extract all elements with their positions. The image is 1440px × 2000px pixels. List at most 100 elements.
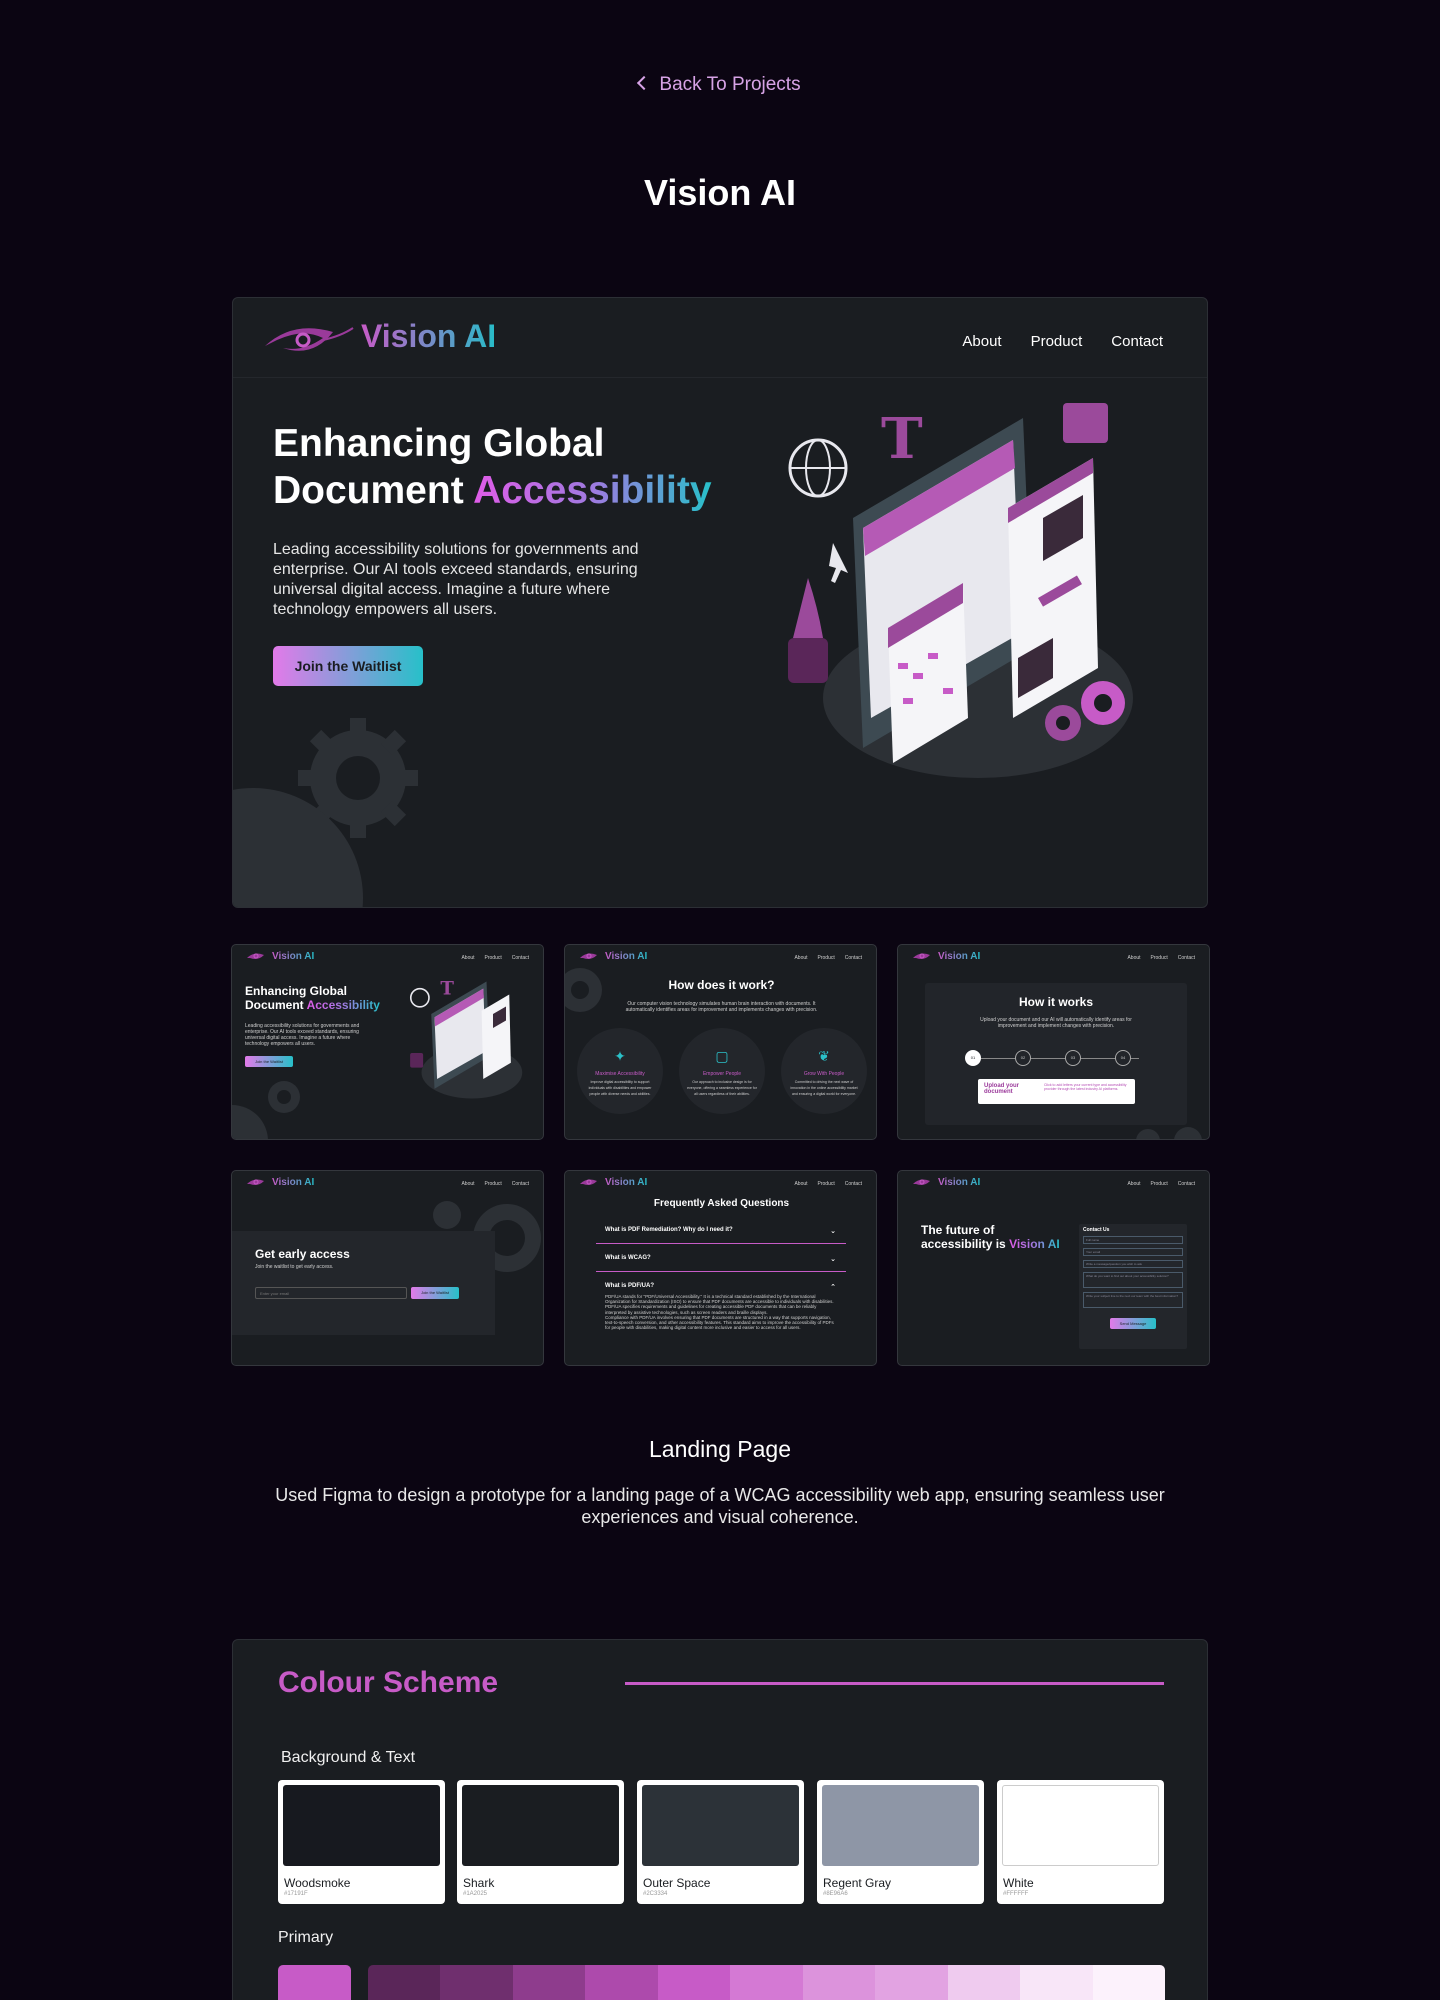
eye-logo-icon (247, 953, 264, 959)
thumb-navbar: Vision AI About Product Contact (565, 1171, 876, 1193)
thumb-gears-icon (232, 1081, 300, 1139)
plant-icon: ❦ (818, 1048, 830, 1064)
send-message-button: Send Message (1110, 1318, 1156, 1329)
swatch-chip (283, 1785, 440, 1866)
thumb-access-cta: Join the Waitlist (411, 1287, 459, 1299)
thumb-future-heading: The future of accessibility is Vision AI (921, 1223, 1081, 1251)
thumbnail-how-does-it-work[interactable]: Vision AI About Product Contact How does i… (564, 944, 877, 1140)
thumb-access-title: Get early access (255, 1247, 350, 1261)
back-to-projects-link[interactable]: Back To Projects (0, 74, 1440, 96)
ramp-step (585, 1965, 658, 2000)
ramp-step (368, 1965, 441, 2000)
section-description: Used Figma to design a prototype for a l… (275, 1485, 1165, 1527)
gears-decoration-icon (233, 718, 418, 907)
thumb-gears-icon (1136, 1127, 1202, 1139)
swatch-chip (642, 1785, 799, 1866)
section-title: Landing Page (649, 1436, 791, 1462)
thumbnail-early-access[interactable]: Vision AI About Product Contact Get early … (231, 1170, 544, 1366)
swatch-chip (462, 1785, 619, 1866)
chevron-down-icon: ⌄ (830, 1228, 836, 1235)
colour-scheme-title: Colour Scheme (278, 1666, 499, 1699)
step-card-text: Click to add letters your current type a… (1044, 1083, 1127, 1091)
thumb-about: About (461, 955, 475, 961)
swatch-chip (822, 1785, 979, 1866)
future-highlight: Vision AI (1009, 1237, 1060, 1251)
step-dot: 02 (1015, 1050, 1031, 1066)
thumb-access-sub: Join the waitlist to get early access. (255, 1264, 334, 1270)
faq-question: What is PDF Remediation? Why do I need i… (605, 1227, 733, 1233)
feature-text: Our approach to inclusive design is for … (687, 1080, 757, 1096)
colour-scheme-card: Colour Scheme Background & Text Woodsmok… (232, 1639, 1208, 2000)
chevron-down-icon: ⌄ (830, 1256, 836, 1263)
swatch-name: Outer Space (643, 1876, 711, 1890)
thumb-nav-links: About Product Contact (794, 955, 862, 961)
contact-field: Write a message/question you wish to ask (1083, 1260, 1183, 1268)
faq-answer-p1: PDF/UA stands for "PDF/Universal Accessi… (605, 1294, 834, 1315)
swatch-hex: #2C3334 (643, 1891, 668, 1897)
thumb-logo: Vision AI (272, 1177, 315, 1188)
thumbnail-contact[interactable]: Vision AI About Product Contact The future… (897, 1170, 1210, 1366)
faq-item-2: What is WCAG? ⌄ (596, 1255, 846, 1272)
eye-logo-icon (580, 953, 597, 959)
thumb-product: Product (484, 1181, 502, 1187)
document-icon: ▢ (715, 1048, 729, 1064)
thumb-access-panel: Get early access Join the waitlist to ge… (232, 1231, 495, 1335)
thumb-about: About (794, 1181, 808, 1187)
back-label: Back To Projects (659, 74, 801, 95)
feature-text: Committed to driving the next wave of in… (790, 1080, 858, 1096)
faq-question: What is PDF/UA? (605, 1283, 654, 1289)
thumb-nav-links: About Product Contact (794, 1181, 862, 1187)
step-dot: 01 (965, 1050, 981, 1066)
nav-about-link[interactable]: About (962, 333, 1001, 350)
document-illustration: T (788, 403, 1133, 778)
thumb-how-sub: Our computer vision technology simulates… (625, 1001, 818, 1013)
thumb-about: About (1127, 1181, 1141, 1187)
ramp-step (947, 1965, 1021, 2000)
ramp-step (512, 1965, 586, 2000)
accessibility-icon: ✦ (614, 1048, 626, 1064)
thumbnail-hero[interactable]: Vision AI About Product Contact Enhancing … (231, 944, 544, 1140)
thumb-cta: Join the Waitlist (245, 1056, 293, 1067)
step-dot: 04 (1115, 1050, 1131, 1066)
thumb-navbar: Vision AI About Product Contact (898, 945, 1209, 967)
ramp-step (440, 1965, 513, 2000)
thumb-navbar: Vision AI About Product Contact (898, 1171, 1209, 1193)
eye-logo-icon (913, 953, 930, 959)
future-line2: accessibility is (921, 1237, 1010, 1251)
thumb-gear-icon (565, 968, 602, 1012)
thumb-feature-item: ❦ Grow With People Committed to driving … (781, 1028, 867, 1114)
faq-title: Frequently Asked Questions (653, 1198, 790, 1209)
contact-field: Your email (1083, 1248, 1183, 1256)
chevron-up-icon: ⌃ (830, 1284, 836, 1291)
thumb-contact: Contact (844, 1181, 862, 1187)
join-waitlist-button[interactable]: Join the Waitlist (273, 646, 423, 686)
nav-product-link[interactable]: Product (1031, 333, 1083, 350)
thumb-heading-highlight: Accessibility (306, 998, 380, 1012)
swatch-shark: Shark #1A2025 (457, 1780, 624, 1904)
thumb-steps-title: How it works (1018, 995, 1093, 1009)
thumb-contact: Contact (511, 1181, 529, 1187)
thumb-about: About (1127, 955, 1141, 961)
faq-item-3: What is PDF/UA? ⌃ (596, 1283, 846, 1291)
hero-heading-line2: Document (273, 469, 474, 512)
thumb-logo: Vision AI (605, 1177, 648, 1188)
thumb-nav-links: About Product Contact (1127, 1181, 1195, 1187)
primary-ramp (368, 1965, 1165, 2000)
hero-preview-card: Vision AI About Product Contact Enhancin… (232, 297, 1208, 908)
swatch-white: White #FFFFFF (997, 1780, 1164, 1904)
thumb-heading-line2: Document (245, 998, 307, 1012)
contact-form-title: Contact Us (1083, 1227, 1110, 1233)
thumb-email-input: Enter your email (255, 1287, 407, 1299)
thumb-heading-line1: Enhancing Global (245, 984, 348, 998)
thumb-navbar: Vision AI About Product Contact (232, 945, 543, 967)
feature-text: Improve digital accessibility to support… (588, 1080, 652, 1096)
swatch-name: Woodsmoke (284, 1876, 351, 1890)
thumb-navbar: Vision AI About Product Contact (232, 1171, 543, 1193)
thumbnail-how-it-works[interactable]: Vision AI About Product Contact How it wor… (897, 944, 1210, 1140)
ramp-step (802, 1965, 876, 2000)
thumb-desc: Leading accessibility solutions for gove… (245, 1023, 360, 1047)
thumbnail-faq[interactable]: Vision AI About Product Contact Frequently… (564, 1170, 877, 1366)
hero-heading: Enhancing Global Document Accessibility (273, 420, 793, 514)
bg-text-label: Background & Text (281, 1749, 416, 1766)
nav-contact-link[interactable]: Contact (1111, 333, 1163, 350)
